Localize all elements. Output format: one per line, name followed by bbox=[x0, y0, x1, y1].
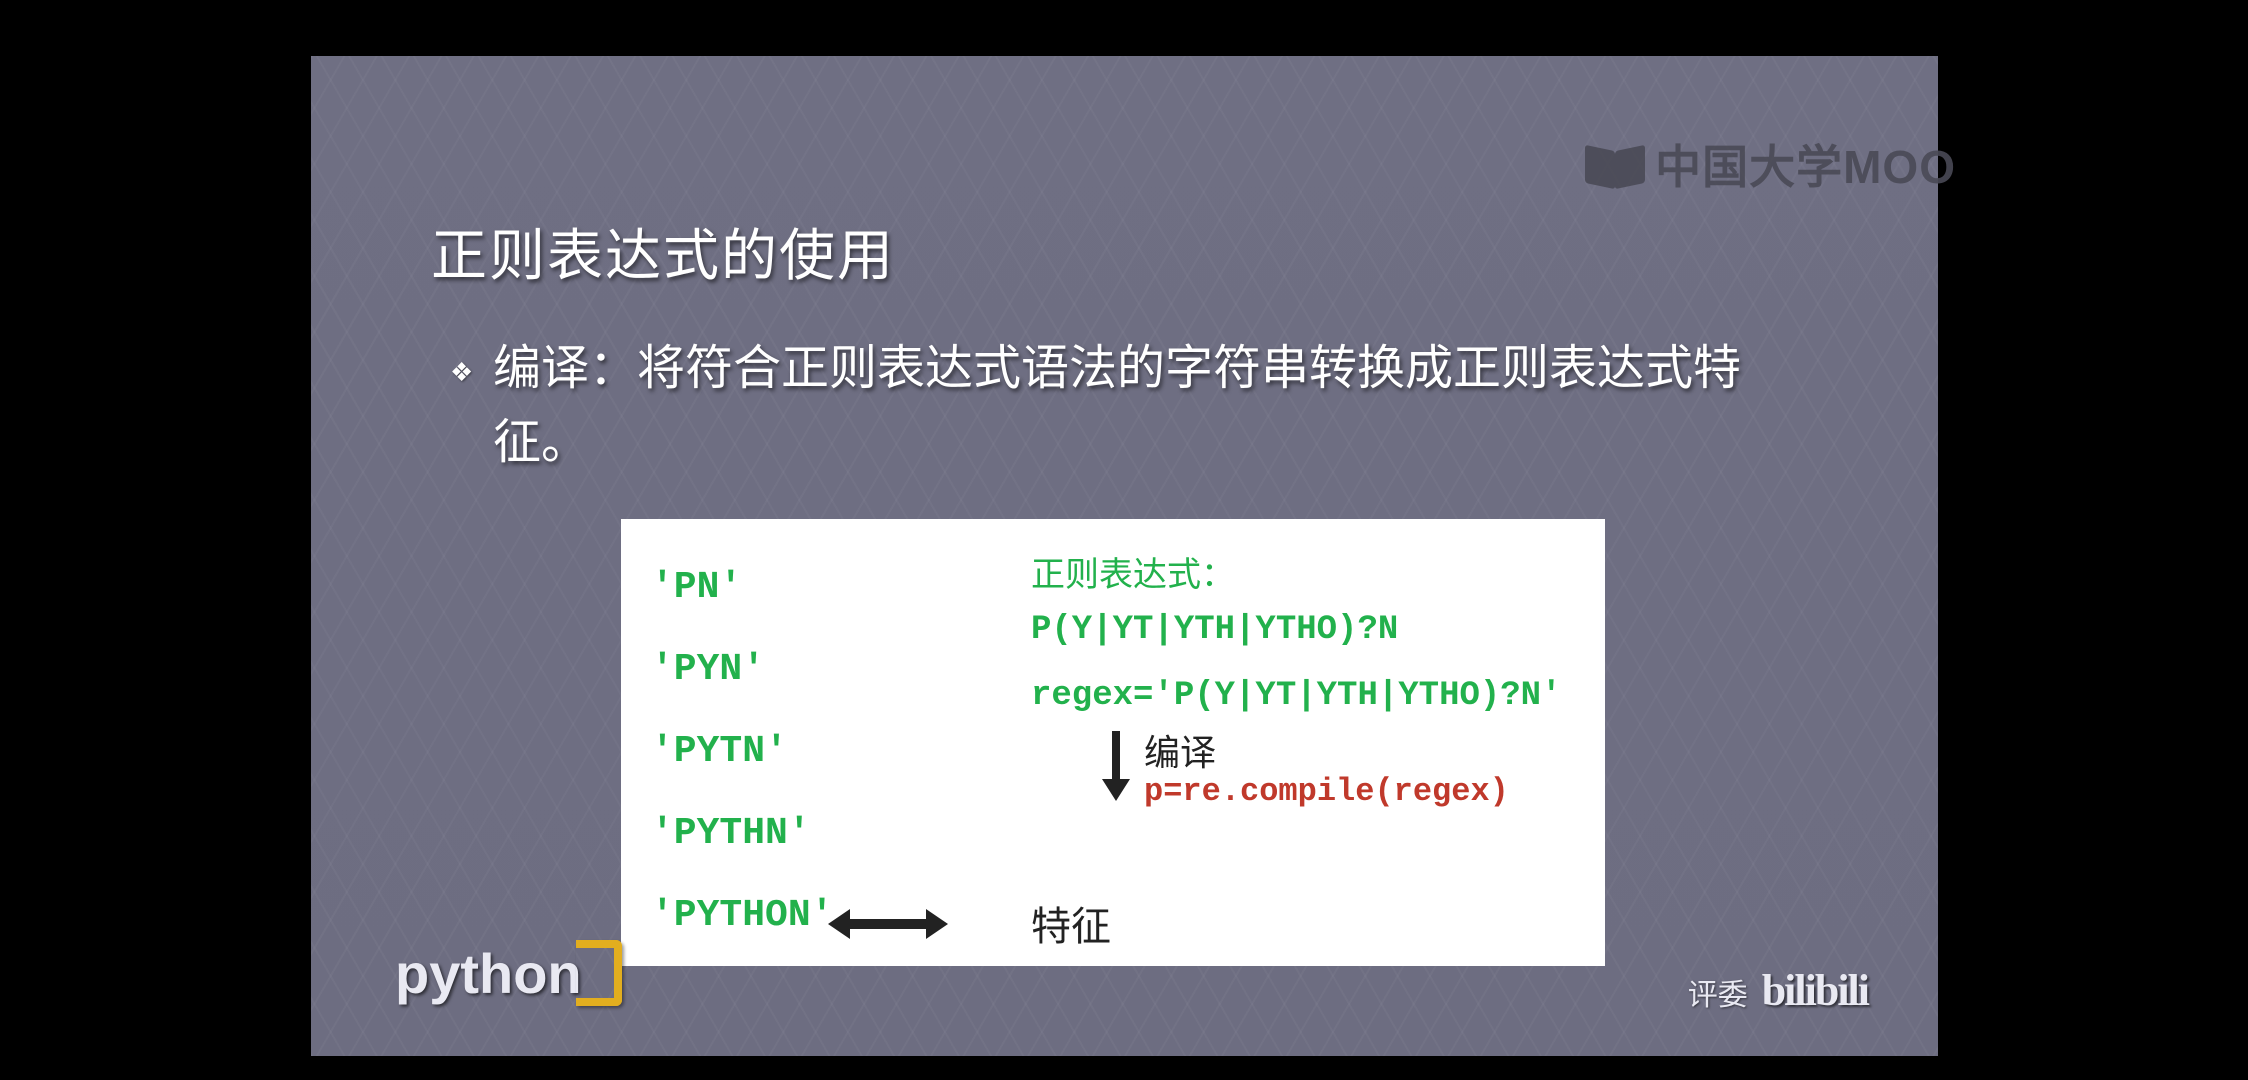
bullet-icon: ❖ bbox=[450, 363, 468, 381]
bili-logo: bilibili bbox=[1762, 965, 1868, 1016]
list-item: 'PYTN' bbox=[651, 711, 833, 793]
list-item: 'PYN' bbox=[651, 629, 833, 711]
bilibili-watermark: 评委 bilibili bbox=[1688, 965, 1868, 1016]
mooc-text: 中国大学MOO bbox=[1655, 131, 1956, 197]
regex-label: 正则表达式： bbox=[1031, 547, 1235, 596]
mooc-watermark: 中国大学MOO bbox=[1585, 131, 1956, 197]
python-word: python bbox=[395, 941, 582, 1006]
regex-expression: P(Y|YT|YTH|YTHO)?N bbox=[1031, 611, 1398, 649]
list-item: 'PYTHN' bbox=[651, 793, 833, 875]
example-box: 'PN' 'PYN' 'PYTN' 'PYTHN' 'PYTHON' 正则表达式… bbox=[621, 519, 1605, 966]
list-item: 'PYTHON' bbox=[651, 875, 833, 957]
feature-label: 特征 bbox=[1031, 894, 1111, 952]
bracket-icon bbox=[576, 940, 622, 1006]
double-arrow-icon bbox=[828, 907, 948, 941]
list-item: 'PN' bbox=[651, 547, 833, 629]
bullet-text: 编译：将符合正则表达式语法的字符串转换成正则表达式特征。 bbox=[493, 332, 1753, 481]
slide: 中国大学MOO 正则表达式的使用 ❖ 编译：将符合正则表达式语法的字符串转换成正… bbox=[311, 56, 1938, 1056]
compile-label: 编译 bbox=[1144, 724, 1216, 776]
regex-assignment: regex='P(Y|YT|YTH|YTHO)?N' bbox=[1031, 677, 1562, 715]
arrow-down-icon bbox=[1102, 731, 1130, 801]
slide-title: 正则表达式的使用 bbox=[431, 211, 895, 292]
python-logo: python bbox=[395, 940, 622, 1006]
compile-code: p=re.compile(regex) bbox=[1144, 773, 1509, 810]
book-icon bbox=[1585, 148, 1645, 188]
string-list: 'PN' 'PYN' 'PYTN' 'PYTHN' 'PYTHON' bbox=[651, 547, 833, 957]
bili-label: 评委 bbox=[1688, 970, 1748, 1014]
